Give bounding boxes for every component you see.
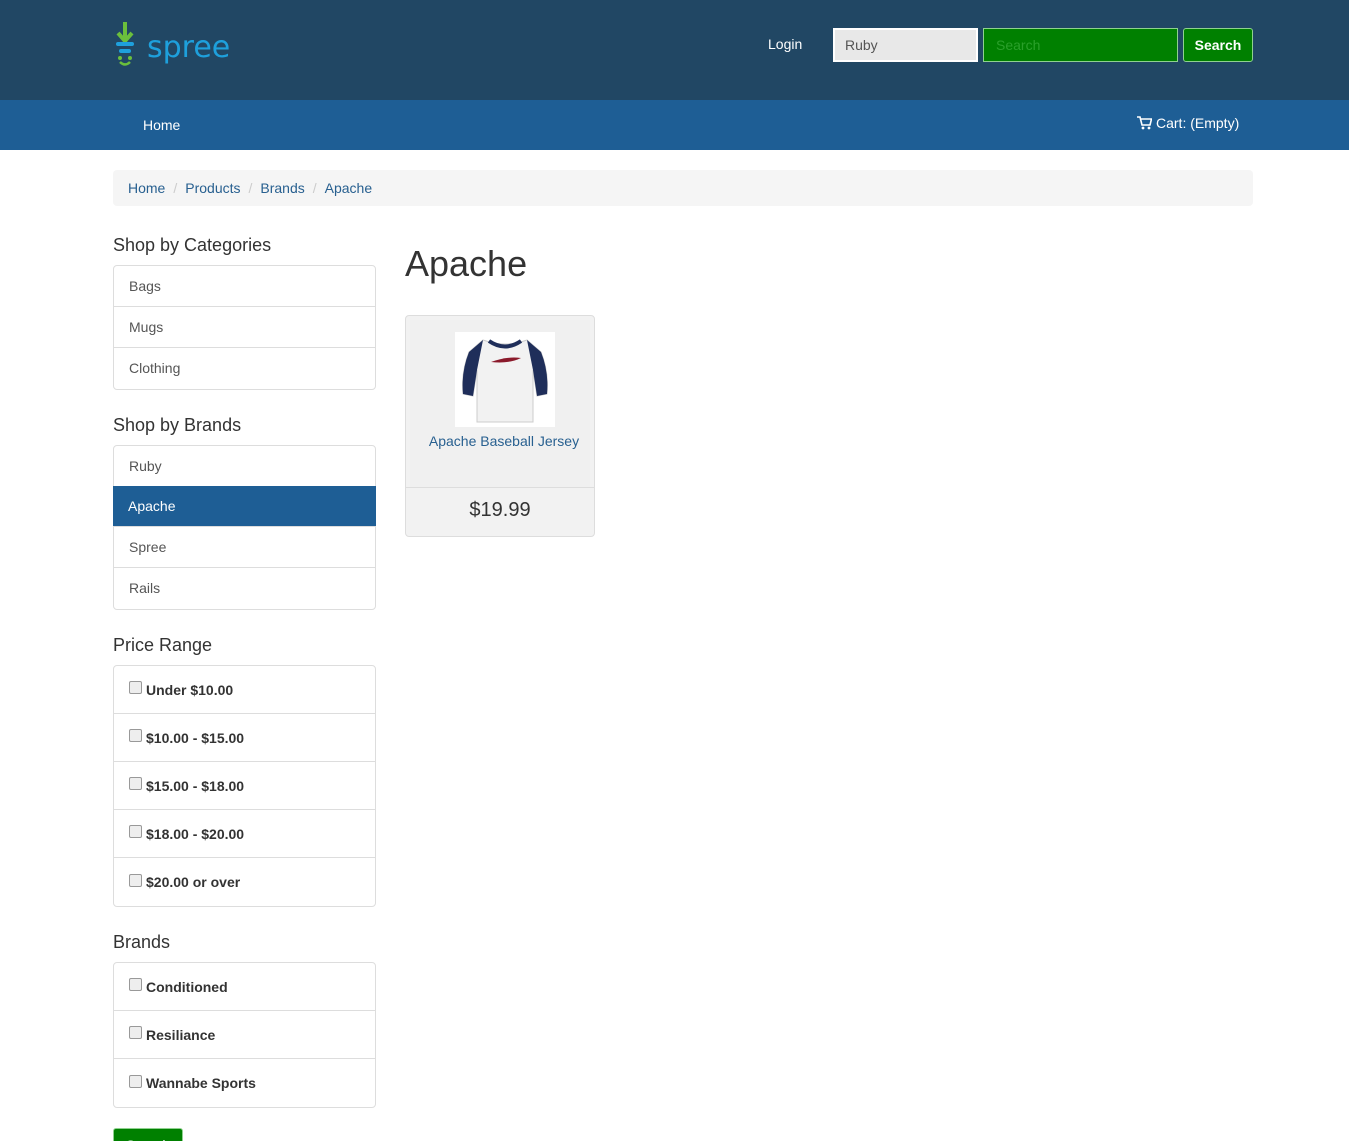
price-option-label: $15.00 - $18.00 (146, 777, 245, 794)
checkbox[interactable] (129, 825, 142, 838)
brand-item-apache[interactable]: Apache (113, 486, 376, 527)
price-option[interactable]: $10.00 - $15.00 (114, 714, 375, 762)
checkbox[interactable] (129, 777, 142, 790)
product-image-area: Apache Baseball Jersey (410, 320, 590, 487)
brands-list: Ruby Apache Spree Rails (113, 445, 376, 610)
brands-title: Shop by Brands (113, 415, 242, 435)
sidebar: Shop by Categories Bags Mugs Clothing Sh… (113, 230, 376, 1141)
product-card[interactable]: Apache Baseball Jersey $19.99 (405, 315, 595, 537)
categories-list: Bags Mugs Clothing (113, 265, 376, 390)
category-item-mugs[interactable]: Mugs (114, 307, 375, 348)
checkbox[interactable] (129, 729, 142, 742)
brand-filter-option[interactable]: Conditioned (114, 963, 375, 1011)
login-link[interactable]: Login (768, 36, 802, 52)
price-option-label: $20.00 or over (146, 874, 241, 890)
divider (406, 487, 594, 488)
breadcrumb-home[interactable]: Home (128, 180, 165, 196)
categories-title: Shop by Categories (113, 235, 272, 255)
price-option[interactable]: $20.00 or over (114, 858, 375, 906)
brand-filter-label: Wannabe Sports (146, 1075, 256, 1091)
category-item-clothing[interactable]: Clothing (114, 348, 375, 389)
checkbox[interactable] (129, 978, 142, 991)
cart-link[interactable]: Cart: (Empty) (1137, 115, 1239, 131)
breadcrumb-separator: / (312, 180, 317, 196)
brand-item-spree[interactable]: Spree (114, 527, 375, 568)
checkbox[interactable] (129, 681, 142, 694)
price-range-filter: Under $10.00 $10.00 - $15.00 $15.00 - $1… (113, 665, 376, 907)
breadcrumb-separator: / (248, 180, 253, 196)
price-option-label: $18.00 - $20.00 (146, 825, 245, 842)
search-input[interactable] (983, 28, 1178, 62)
main-navbar: Home Cart: (Empty) (0, 100, 1349, 150)
price-range-title: Price Range (113, 635, 213, 655)
nav-home-link[interactable]: Home (143, 117, 180, 133)
breadcrumb-brands[interactable]: Brands (260, 180, 304, 196)
page-title: Apache (405, 243, 528, 284)
search-button[interactable]: Search (1183, 28, 1253, 62)
site-header: spree Login Ruby Search (0, 0, 1349, 100)
filter-search-button[interactable]: Search (113, 1128, 183, 1141)
brand-filter-option[interactable]: Wannabe Sports (114, 1059, 375, 1107)
checkbox[interactable] (129, 1026, 142, 1039)
brand-item-ruby[interactable]: Ruby (114, 446, 375, 487)
breadcrumb-separator: / (173, 180, 178, 196)
brand-item-rails[interactable]: Rails (114, 568, 375, 609)
breadcrumb: Home / Products / Brands / Apache (113, 170, 1253, 206)
breadcrumb-apache[interactable]: Apache (325, 180, 372, 196)
breadcrumb-products[interactable]: Products (185, 180, 240, 196)
price-option[interactable]: $15.00 - $18.00 (114, 762, 375, 810)
price-option[interactable]: $18.00 - $20.00 (114, 810, 375, 858)
svg-text:spree: spree (147, 30, 230, 65)
price-option-label: $10.00 - $15.00 (146, 729, 245, 746)
taxon-select[interactable]: Ruby (833, 28, 978, 62)
brand-filter-label: Conditioned (146, 978, 228, 995)
product-price: $19.99 (469, 499, 531, 521)
spree-logo[interactable]: spree (113, 20, 233, 70)
brand-filter-label: Resiliance (146, 1026, 216, 1043)
checkbox[interactable] (129, 873, 142, 887)
cart-label: Cart: (Empty) (1156, 115, 1240, 131)
cart-icon (1137, 116, 1152, 130)
category-item-bags[interactable]: Bags (114, 266, 375, 307)
price-option[interactable]: Under $10.00 (114, 666, 375, 714)
product-image[interactable] (455, 332, 555, 427)
brand-filter: Conditioned Resiliance Wannabe Sports (113, 962, 376, 1108)
brand-filter-option[interactable]: Resiliance (114, 1011, 375, 1059)
product-name[interactable]: Apache Baseball Jersey (410, 433, 598, 449)
price-option-label: Under $10.00 (146, 681, 234, 698)
checkbox[interactable] (129, 1074, 142, 1088)
brand-filter-title: Brands (113, 932, 171, 952)
